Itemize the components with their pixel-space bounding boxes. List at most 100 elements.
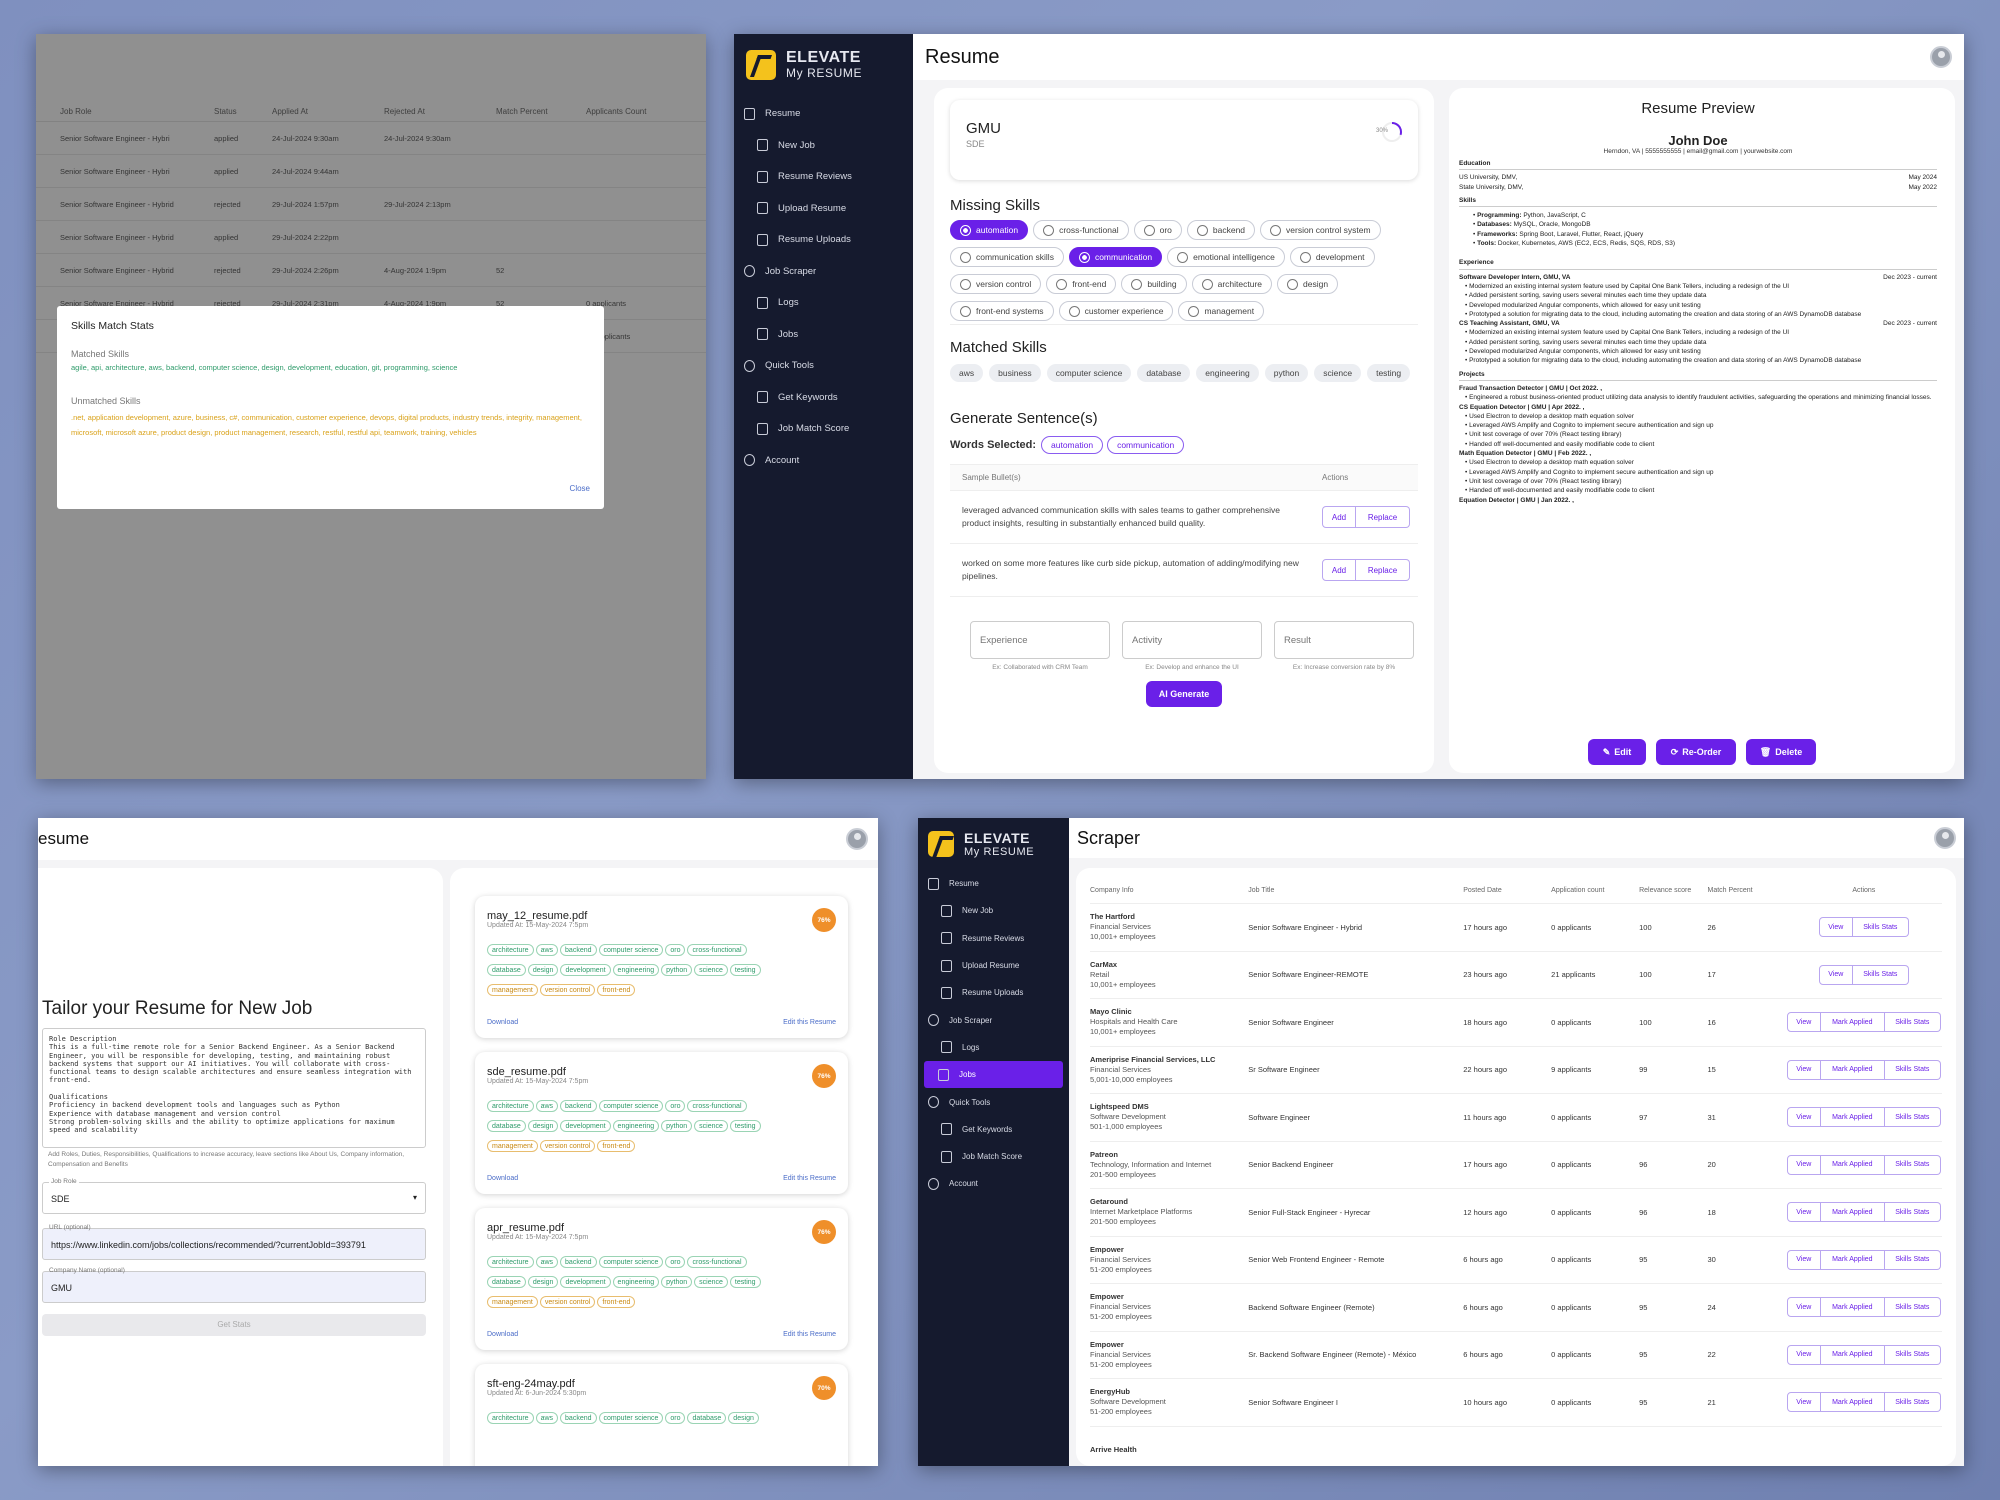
sidebar-item-new-job[interactable]: New Job — [918, 897, 1069, 924]
skills-stats-button[interactable]: Skills Stats — [1884, 1344, 1941, 1365]
mark-applied-button[interactable]: Mark Applied — [1820, 1154, 1885, 1175]
job-row[interactable]: Lightspeed DMS Software Development 501-1,… — [1090, 1094, 1942, 1142]
mark-applied-button[interactable]: Mark Applied — [1820, 1392, 1885, 1413]
view-button[interactable]: View — [1786, 1392, 1821, 1413]
view-button[interactable]: View — [1786, 1202, 1821, 1223]
sidebar-item-job-scraper[interactable]: Job Scraper — [734, 256, 913, 288]
missing-skill-chip[interactable]: cross-functional — [1033, 220, 1129, 240]
missing-skill-chip[interactable]: management — [1178, 301, 1265, 321]
missing-skill-chip[interactable]: version control system — [1260, 220, 1381, 240]
experience-input[interactable] — [970, 621, 1110, 659]
get-stats-button[interactable]: Get Stats — [42, 1314, 426, 1336]
missing-skill-chip[interactable]: front-end systems — [950, 301, 1054, 321]
view-button[interactable]: View — [1786, 1249, 1821, 1270]
view-button[interactable]: View — [1818, 917, 1853, 938]
sidebar-item-resume[interactable]: Resume — [734, 98, 913, 130]
sidebar-item-jobs[interactable]: Jobs — [924, 1061, 1063, 1089]
job-row[interactable]: The Hartford Financial Services 10,001+ em… — [1090, 904, 1942, 952]
job-row[interactable]: Mayo Clinic Hospitals and Health Care 10,0… — [1090, 999, 1942, 1047]
mark-applied-button[interactable]: Mark Applied — [1820, 1059, 1885, 1080]
mark-applied-button[interactable]: Mark Applied — [1820, 1297, 1885, 1318]
sidebar-item-resume-reviews[interactable]: Resume Reviews — [918, 925, 1069, 952]
missing-skill-chip[interactable]: customer experience — [1058, 301, 1174, 321]
user-avatar-icon[interactable] — [1934, 827, 1956, 849]
job-row[interactable]: EnergyHub Software Development 51-200 empl… — [1090, 1379, 1942, 1427]
view-button[interactable]: View — [1818, 964, 1853, 985]
replace-button[interactable]: Replace — [1356, 506, 1410, 528]
resume-card[interactable]: sft-eng-24may.pdf Updated At: 6-Jun-2024 … — [475, 1364, 848, 1466]
skills-stats-button[interactable]: Skills Stats — [1884, 1154, 1941, 1175]
skills-stats-button[interactable]: Skills Stats — [1884, 1107, 1941, 1128]
brand-logo[interactable]: ELEVATE My RESUME — [734, 34, 913, 98]
download-link[interactable]: Download — [487, 1175, 518, 1182]
sidebar-item-quick-tools[interactable]: Quick Tools — [734, 350, 913, 382]
missing-skill-chip[interactable]: building — [1121, 274, 1187, 294]
view-button[interactable]: View — [1786, 1012, 1821, 1033]
sidebar-item-upload-resume[interactable]: Upload Resume — [734, 193, 913, 225]
activity-input[interactable] — [1122, 621, 1262, 659]
mark-applied-button[interactable]: Mark Applied — [1820, 1344, 1885, 1365]
resume-card[interactable]: may_12_resume.pdf Updated At: 15-May-2024… — [475, 896, 848, 1038]
missing-skill-chip[interactable]: communication skills — [950, 247, 1064, 267]
sidebar-item-job-match-score[interactable]: Job Match Score — [918, 1143, 1069, 1170]
job-row[interactable]: Getaround Internet Marketplace Platforms 2… — [1090, 1189, 1942, 1237]
job-description-input[interactable]: Role Description This is a full-time rem… — [42, 1028, 426, 1148]
missing-skill-chip[interactable]: design — [1277, 274, 1339, 294]
sidebar-item-jobs[interactable]: Jobs — [734, 319, 913, 351]
skills-stats-button[interactable]: Skills Stats — [1884, 1012, 1941, 1033]
view-button[interactable]: View — [1786, 1297, 1821, 1318]
job-row[interactable]: CarMax Retail 10,001+ employees Senior Soft… — [1090, 952, 1942, 999]
mark-applied-button[interactable]: Mark Applied — [1820, 1012, 1885, 1033]
sidebar-item-logs[interactable]: Logs — [734, 287, 913, 319]
mark-applied-button[interactable]: Mark Applied — [1820, 1107, 1885, 1128]
job-row[interactable]: Empower Financial Services 51-200 employee… — [1090, 1332, 1942, 1379]
resume-card[interactable]: apr_resume.pdf Updated At: 15-May-2024 7:… — [475, 1208, 848, 1350]
add-button[interactable]: Add — [1322, 506, 1356, 528]
missing-skill-chip[interactable]: oro — [1133, 220, 1182, 240]
sidebar-item-resume-reviews[interactable]: Resume Reviews — [734, 161, 913, 193]
job-row[interactable]: Ameriprise Financial Services, LLC Financ… — [1090, 1047, 1942, 1094]
reorder-button[interactable]: ⟳ Re-Order — [1656, 739, 1736, 765]
view-button[interactable]: View — [1786, 1107, 1821, 1128]
sidebar-item-resume-uploads[interactable]: Resume Uploads — [918, 979, 1069, 1006]
replace-button[interactable]: Replace — [1356, 559, 1410, 581]
missing-skill-chip[interactable]: emotional intelligence — [1167, 247, 1285, 267]
sidebar-item-job-match-score[interactable]: Job Match Score — [734, 413, 913, 445]
url-field[interactable]: URL (optional) https://www.linkedin.com/… — [42, 1224, 426, 1260]
sidebar-item-account[interactable]: Account — [734, 445, 913, 477]
job-row[interactable]: Patreon Technology, Information and Inter… — [1090, 1142, 1942, 1189]
skills-stats-button[interactable]: Skills Stats — [1852, 964, 1909, 985]
mark-applied-button[interactable]: Mark Applied — [1820, 1202, 1885, 1223]
close-button[interactable]: Close — [570, 484, 590, 493]
selected-word-chip[interactable]: automation — [1041, 436, 1104, 454]
skills-stats-button[interactable]: Skills Stats — [1884, 1249, 1941, 1270]
sidebar-item-new-job[interactable]: New Job — [734, 130, 913, 162]
sidebar-item-get-keywords[interactable]: Get Keywords — [918, 1116, 1069, 1143]
company-field[interactable]: Company Name (optional) GMU — [42, 1267, 426, 1303]
mark-applied-button[interactable]: Mark Applied — [1820, 1249, 1885, 1270]
skills-stats-button[interactable]: Skills Stats — [1884, 1202, 1941, 1223]
job-row[interactable]: Arrive Health — [1090, 1427, 1942, 1467]
job-role-field[interactable]: Job Role SDE ▾ — [42, 1178, 426, 1214]
brand-logo[interactable]: ELEVATE My RESUME — [918, 818, 1069, 870]
resume-card[interactable]: sde_resume.pdf Updated At: 15-May-2024 7:… — [475, 1052, 848, 1194]
delete-button[interactable]: 🗑 Delete — [1746, 739, 1816, 765]
missing-skill-chip[interactable]: architecture — [1191, 274, 1273, 294]
result-input[interactable] — [1274, 621, 1414, 659]
view-button[interactable]: View — [1786, 1344, 1821, 1365]
view-button[interactable]: View — [1786, 1059, 1821, 1080]
missing-skill-chip[interactable]: backend — [1186, 220, 1256, 240]
download-link[interactable]: Download — [487, 1019, 518, 1026]
user-avatar-icon[interactable] — [846, 828, 868, 850]
missing-skill-chip[interactable]: development — [1289, 247, 1375, 267]
missing-skill-chip[interactable]: front-end — [1046, 274, 1117, 294]
job-row[interactable]: Empower Financial Services 51-200 employee… — [1090, 1237, 1942, 1284]
skills-stats-button[interactable]: Skills Stats — [1852, 917, 1909, 938]
ai-generate-button[interactable]: AI Generate — [1146, 681, 1222, 707]
edit-resume-link[interactable]: Edit this Resume — [783, 1019, 836, 1026]
skills-stats-button[interactable]: Skills Stats — [1884, 1392, 1941, 1413]
sidebar-item-logs[interactable]: Logs — [918, 1034, 1069, 1061]
missing-skill-chip[interactable]: communication — [1068, 247, 1163, 267]
sidebar-item-quick-tools[interactable]: Quick Tools — [918, 1088, 1069, 1115]
job-row[interactable]: Empower Financial Services 51-200 employee… — [1090, 1284, 1942, 1332]
